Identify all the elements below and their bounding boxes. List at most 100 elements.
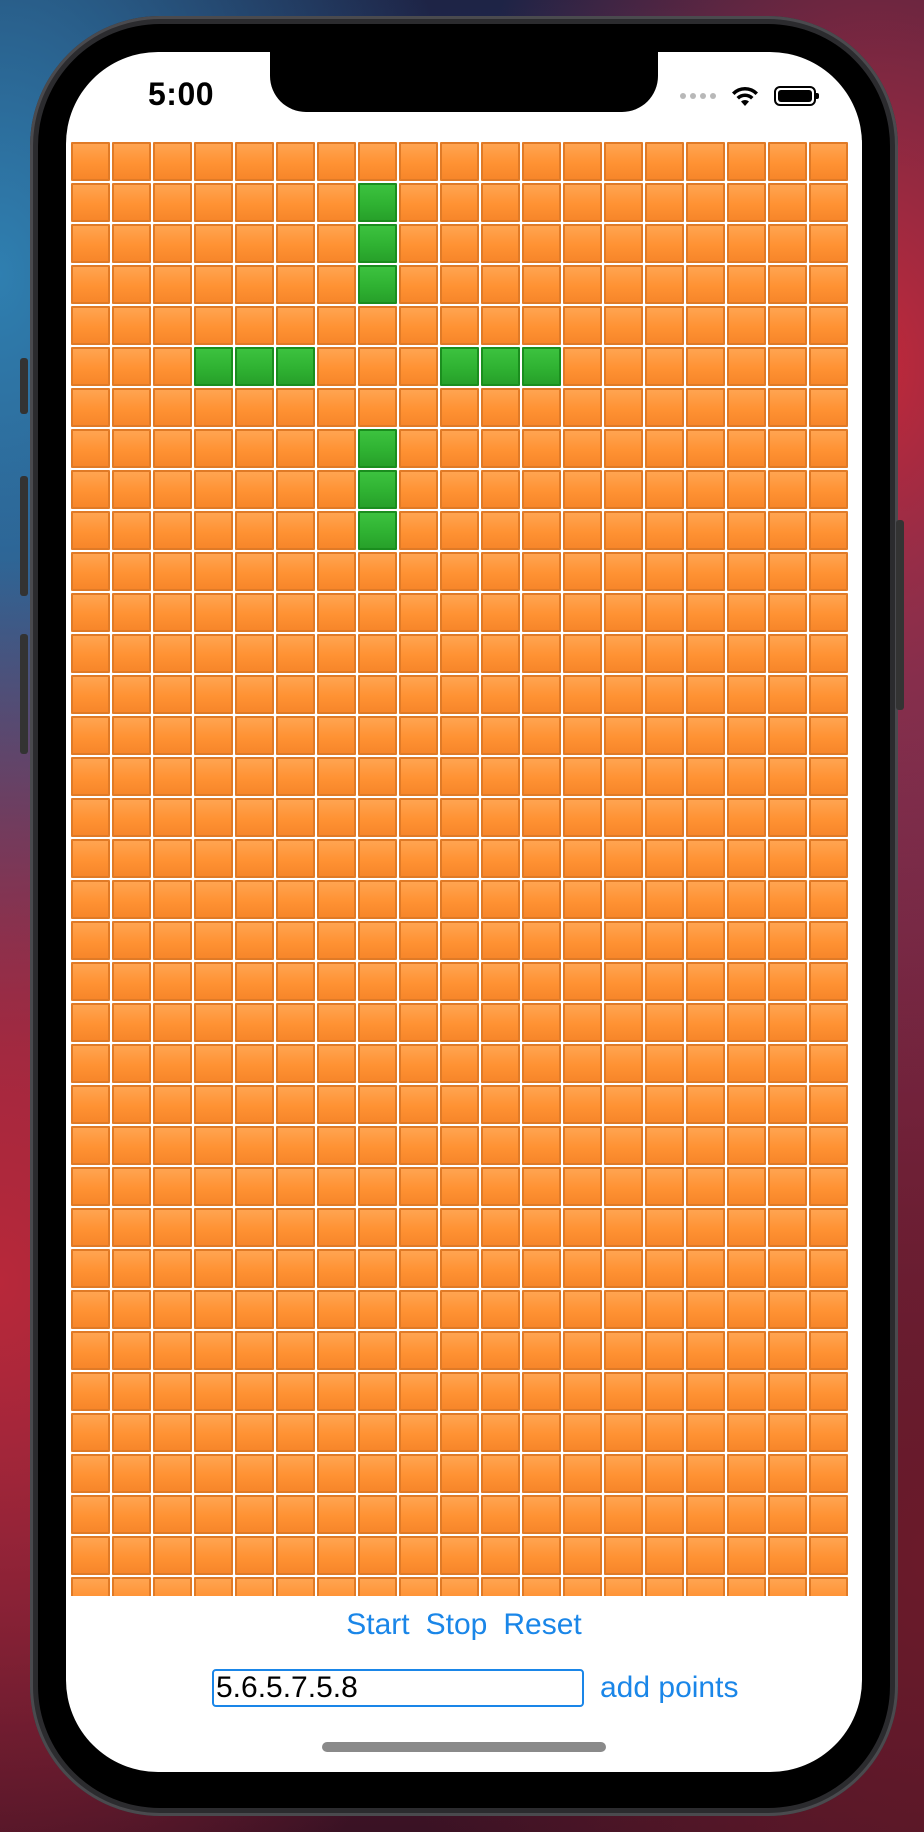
grid-cell[interactable]	[399, 306, 438, 345]
grid-cell[interactable]	[604, 1290, 643, 1329]
grid-cell[interactable]	[645, 1167, 684, 1206]
grid-cell[interactable]	[358, 1208, 397, 1247]
grid-cell[interactable]	[563, 798, 602, 837]
grid-cell[interactable]	[727, 839, 766, 878]
grid-cell[interactable]	[440, 1290, 479, 1329]
grid-cell[interactable]	[522, 470, 561, 509]
grid-cell[interactable]	[440, 1372, 479, 1411]
grid-cell[interactable]	[563, 1413, 602, 1452]
grid-cell[interactable]	[727, 1290, 766, 1329]
grid-cell[interactable]	[440, 675, 479, 714]
grid-cell[interactable]	[604, 1454, 643, 1493]
grid-cell[interactable]	[235, 1577, 274, 1596]
grid-cell[interactable]	[727, 1208, 766, 1247]
grid-cell[interactable]	[276, 675, 315, 714]
grid-cell[interactable]	[522, 1372, 561, 1411]
grid-cell[interactable]	[71, 429, 110, 468]
grid-cell[interactable]	[399, 757, 438, 796]
grid-cell[interactable]	[768, 429, 807, 468]
grid-cell[interactable]	[604, 1577, 643, 1596]
grid-cell[interactable]	[809, 511, 848, 550]
grid-cell[interactable]	[317, 1454, 356, 1493]
grid-cell[interactable]	[645, 183, 684, 222]
grid-cell[interactable]	[481, 593, 520, 632]
grid-cell[interactable]	[153, 1413, 192, 1452]
grid-cell[interactable]	[604, 470, 643, 509]
grid-cell[interactable]	[440, 306, 479, 345]
grid-cell[interactable]	[727, 716, 766, 755]
grid-cell[interactable]	[153, 798, 192, 837]
grid-cell[interactable]	[194, 306, 233, 345]
grid-cell[interactable]	[645, 880, 684, 919]
grid-cell[interactable]	[727, 880, 766, 919]
grid-cell[interactable]	[768, 347, 807, 386]
grid-cell[interactable]	[440, 634, 479, 673]
grid-cell[interactable]	[194, 265, 233, 304]
grid-cell[interactable]	[276, 634, 315, 673]
grid-cell[interactable]	[112, 634, 151, 673]
grid-cell[interactable]	[604, 1003, 643, 1042]
grid-cell[interactable]	[727, 1003, 766, 1042]
grid-cell[interactable]	[563, 1372, 602, 1411]
grid-cell[interactable]	[686, 347, 725, 386]
grid-cell[interactable]	[686, 1249, 725, 1288]
grid-cell[interactable]	[194, 1044, 233, 1083]
grid-cell[interactable]	[440, 1413, 479, 1452]
grid-cell[interactable]	[686, 962, 725, 1001]
grid-cell[interactable]	[768, 880, 807, 919]
grid-cell[interactable]	[112, 1044, 151, 1083]
grid-cell[interactable]	[563, 224, 602, 263]
grid-cell[interactable]	[686, 1290, 725, 1329]
grid-cell[interactable]	[399, 634, 438, 673]
grid-cell[interactable]	[645, 306, 684, 345]
grid-cell[interactable]	[645, 1126, 684, 1165]
grid-cell[interactable]	[112, 880, 151, 919]
grid-cell[interactable]	[153, 1208, 192, 1247]
grid-cell[interactable]	[604, 1331, 643, 1370]
grid-cell[interactable]	[645, 552, 684, 591]
grid-cell[interactable]	[194, 470, 233, 509]
grid-cell[interactable]	[235, 1167, 274, 1206]
grid-cell[interactable]	[440, 798, 479, 837]
grid-cell[interactable]	[481, 675, 520, 714]
grid-cell[interactable]	[481, 183, 520, 222]
grid-cell[interactable]	[686, 1536, 725, 1575]
grid-cell[interactable]	[809, 1454, 848, 1493]
grid-cell[interactable]	[604, 757, 643, 796]
grid-cell[interactable]	[522, 1249, 561, 1288]
grid-cell[interactable]	[481, 1413, 520, 1452]
grid-cell[interactable]	[440, 429, 479, 468]
grid-cell[interactable]	[809, 347, 848, 386]
grid-cell[interactable]	[604, 716, 643, 755]
grid-cell[interactable]	[686, 1577, 725, 1596]
grid-cell[interactable]	[317, 798, 356, 837]
grid-cell[interactable]	[112, 1454, 151, 1493]
grid-cell[interactable]	[153, 1372, 192, 1411]
grid-cell[interactable]	[768, 921, 807, 960]
grid-cell[interactable]	[440, 1331, 479, 1370]
grid-cell[interactable]	[153, 675, 192, 714]
grid-cell[interactable]	[235, 716, 274, 755]
grid-cell[interactable]	[522, 1044, 561, 1083]
grid-cell[interactable]	[276, 1167, 315, 1206]
grid-cell[interactable]	[112, 1577, 151, 1596]
grid-cell[interactable]	[71, 880, 110, 919]
grid-cell[interactable]	[440, 1044, 479, 1083]
grid-cell[interactable]	[399, 962, 438, 1001]
grid-cell[interactable]	[809, 1126, 848, 1165]
grid-cell[interactable]	[563, 552, 602, 591]
grid-cell[interactable]	[686, 675, 725, 714]
grid-cell-alive[interactable]	[358, 429, 397, 468]
grid-cell[interactable]	[399, 880, 438, 919]
grid-cell[interactable]	[194, 1126, 233, 1165]
grid-cell[interactable]	[71, 265, 110, 304]
grid-cell[interactable]	[235, 1413, 274, 1452]
grid-cell[interactable]	[194, 1495, 233, 1534]
grid-cell[interactable]	[153, 552, 192, 591]
grid-cell[interactable]	[194, 224, 233, 263]
grid-cell[interactable]	[276, 1126, 315, 1165]
grid-cell[interactable]	[358, 1331, 397, 1370]
grid-cell[interactable]	[235, 757, 274, 796]
grid-cell[interactable]	[604, 1208, 643, 1247]
grid-cell-alive[interactable]	[522, 347, 561, 386]
